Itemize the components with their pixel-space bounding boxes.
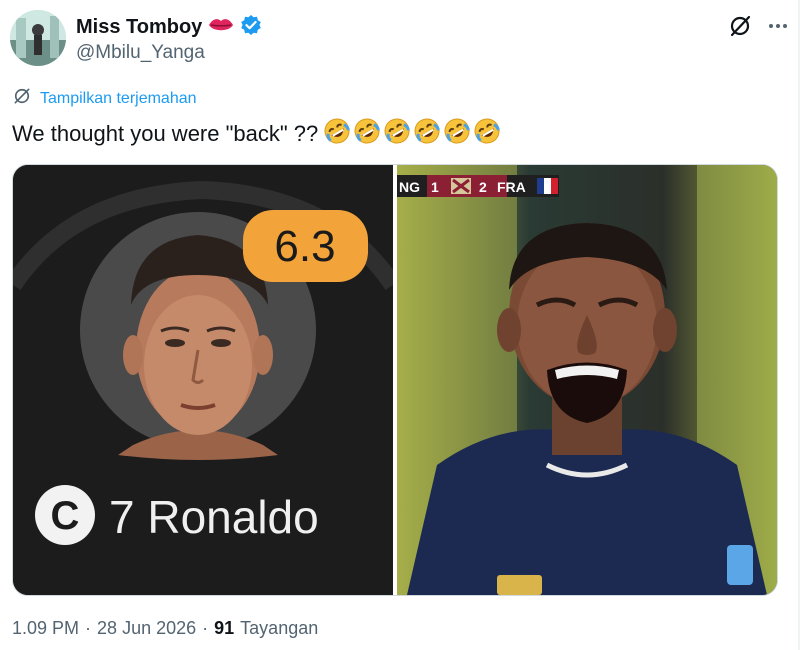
rofl-icon [442,116,472,152]
trophy-icon [451,178,471,194]
avatar[interactable] [10,10,66,66]
grok-icon[interactable] [728,14,752,38]
display-name[interactable]: Miss Tomboy [76,16,202,39]
rofl-icon [352,116,382,152]
translate-label[interactable]: Tampilkan terjemahan [40,90,197,108]
tweet-media: 6.3 C 7 Ronaldo NG 1 2 FRA [12,164,778,596]
rofl-icon [322,116,352,152]
tweet-meta: 1.09 PM · 28 Jun 2026 · 91 Tayangan [12,618,318,639]
tweet-time[interactable]: 1.09 PM [12,618,79,639]
tweet-header: Miss Tomboy @Mbilu_Yanga [10,8,790,68]
rofl-icon [382,116,412,152]
score-team2: FRA [497,179,526,195]
rofl-icon [412,116,442,152]
translate-icon [12,86,32,111]
tweet-text: We thought you were "back" ?? [12,116,502,152]
tweet-body: We thought you were "back" ?? [12,121,319,146]
more-options-icon[interactable] [766,14,790,38]
tweet-date[interactable]: 28 Jun 2026 [97,618,196,639]
views-count: 91 [214,618,235,638]
score-2: 2 [479,179,487,195]
translate-link[interactable]: Tampilkan terjemahan [12,86,197,111]
views-label: Tayangan [240,618,319,638]
lips-icon [208,16,234,39]
media-image-ronaldo[interactable]: 6.3 C 7 Ronaldo [13,165,401,595]
emoji-row [322,116,502,152]
meta-separator: · [85,618,92,638]
meta-separator: · [202,618,209,638]
verified-badge-icon [240,14,262,41]
author-name-row[interactable]: Miss Tomboy [76,14,262,41]
france-flag-icon [537,178,558,194]
author-handle[interactable]: @Mbilu_Yanga [76,42,205,64]
score-1: 1 [431,179,439,195]
score-team1: NG [399,179,420,195]
media-image-mbappe[interactable]: NG 1 2 FRA [397,165,777,595]
rating-value: 6.3 [274,222,335,271]
player-label: 7 Ronaldo [109,491,319,543]
top-actions [728,14,790,38]
captain-badge: C [51,494,80,538]
rofl-icon [472,116,502,152]
